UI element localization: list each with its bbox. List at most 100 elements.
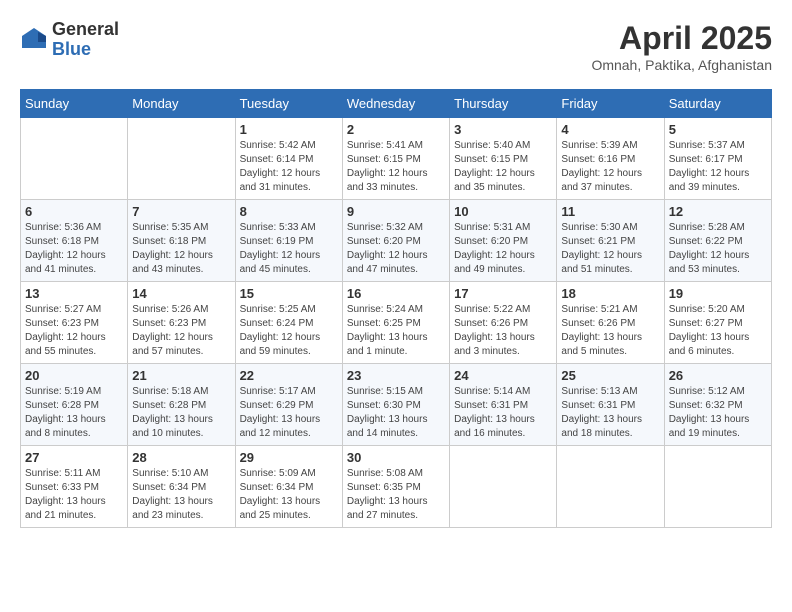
calendar-cell: 24Sunrise: 5:14 AMSunset: 6:31 PMDayligh… (450, 364, 557, 446)
calendar-cell: 12 Sunrise: 5:28 AMSunset: 6:22 PMDayligh… (664, 200, 771, 282)
calendar-cell: 22 Sunrise: 5:17 AMSunset: 6:29 PMDayligh… (235, 364, 342, 446)
day-info: Sunrise: 5:19 AMSunset: 6:28 PMDaylight:… (25, 385, 123, 441)
calendar-cell: 28 Sunrise: 5:10 AMSunset: 6:34 PMDayligh… (128, 446, 235, 528)
calendar-cell: 11Sunrise: 5:30 AMSunset: 6:21 PMDayligh… (557, 200, 664, 282)
calendar-cell (557, 446, 664, 528)
calendar-week-row: 27 Sunrise: 5:11 AMSunset: 6:33 PMDayligh… (21, 446, 772, 528)
day-info: Sunrise: 5:09 AMSunset: 6:34 PMDaylight:… (240, 467, 338, 523)
day-number: 26 (669, 368, 767, 383)
day-number: 20 (25, 368, 123, 383)
calendar-week-row: 1 Sunrise: 5:42 AMSunset: 6:14 PMDaylight… (21, 118, 772, 200)
day-info: Sunrise: 5:24 AMSunset: 6:25 PMDaylight:… (347, 303, 445, 359)
calendar-cell: 7 Sunrise: 5:35 AMSunset: 6:18 PMDaylight… (128, 200, 235, 282)
day-number: 19 (669, 286, 767, 301)
day-info: Sunrise: 5:36 AMSunset: 6:18 PMDaylight:… (25, 221, 123, 277)
calendar-week-row: 6Sunrise: 5:36 AMSunset: 6:18 PMDaylight… (21, 200, 772, 282)
day-number: 2 (347, 122, 445, 137)
day-info: Sunrise: 5:15 AMSunset: 6:30 PMDaylight:… (347, 385, 445, 441)
page-header: General Blue April 2025 Omnah, Paktika, … (20, 20, 772, 73)
calendar-cell: 13 Sunrise: 5:27 AMSunset: 6:23 PMDayligh… (21, 282, 128, 364)
day-info: Sunrise: 5:37 AMSunset: 6:17 PMDaylight:… (669, 139, 767, 195)
calendar-cell: 30 Sunrise: 5:08 AMSunset: 6:35 PMDayligh… (342, 446, 449, 528)
calendar-cell (21, 118, 128, 200)
day-number: 23 (347, 368, 445, 383)
calendar-cell (128, 118, 235, 200)
day-info: Sunrise: 5:30 AMSunset: 6:21 PMDaylight:… (561, 221, 659, 277)
day-info: Sunrise: 5:31 AMSunset: 6:20 PMDaylight:… (454, 221, 552, 277)
calendar-cell: 3Sunrise: 5:40 AMSunset: 6:15 PMDaylight… (450, 118, 557, 200)
calendar-cell: 19 Sunrise: 5:20 AMSunset: 6:27 PMDayligh… (664, 282, 771, 364)
day-info: Sunrise: 5:12 AMSunset: 6:32 PMDaylight:… (669, 385, 767, 441)
day-info: Sunrise: 5:39 AMSunset: 6:16 PMDaylight:… (561, 139, 659, 195)
day-number: 7 (132, 204, 230, 219)
day-info: Sunrise: 5:27 AMSunset: 6:23 PMDaylight:… (25, 303, 123, 359)
day-number: 18 (561, 286, 659, 301)
day-info: Sunrise: 5:33 AMSunset: 6:19 PMDaylight:… (240, 221, 338, 277)
logo-text: General Blue (52, 20, 119, 60)
calendar-cell: 27 Sunrise: 5:11 AMSunset: 6:33 PMDayligh… (21, 446, 128, 528)
calendar-week-row: 20 Sunrise: 5:19 AMSunset: 6:28 PMDayligh… (21, 364, 772, 446)
day-info: Sunrise: 5:13 AMSunset: 6:31 PMDaylight:… (561, 385, 659, 441)
calendar-cell: 1 Sunrise: 5:42 AMSunset: 6:14 PMDaylight… (235, 118, 342, 200)
day-info: Sunrise: 5:11 AMSunset: 6:33 PMDaylight:… (25, 467, 123, 523)
calendar-cell: 18 Sunrise: 5:21 AMSunset: 6:26 PMDayligh… (557, 282, 664, 364)
day-info: Sunrise: 5:17 AMSunset: 6:29 PMDaylight:… (240, 385, 338, 441)
calendar-cell: 25 Sunrise: 5:13 AMSunset: 6:31 PMDayligh… (557, 364, 664, 446)
calendar-cell: 21 Sunrise: 5:18 AMSunset: 6:28 PMDayligh… (128, 364, 235, 446)
day-info: Sunrise: 5:18 AMSunset: 6:28 PMDaylight:… (132, 385, 230, 441)
calendar-cell: 23 Sunrise: 5:15 AMSunset: 6:30 PMDayligh… (342, 364, 449, 446)
calendar-cell: 15 Sunrise: 5:25 AMSunset: 6:24 PMDayligh… (235, 282, 342, 364)
day-info: Sunrise: 5:25 AMSunset: 6:24 PMDaylight:… (240, 303, 338, 359)
calendar-weekday-header: Saturday (664, 90, 771, 118)
day-info: Sunrise: 5:41 AMSunset: 6:15 PMDaylight:… (347, 139, 445, 195)
calendar-weekday-header: Thursday (450, 90, 557, 118)
day-number: 17 (454, 286, 552, 301)
day-info: Sunrise: 5:21 AMSunset: 6:26 PMDaylight:… (561, 303, 659, 359)
day-number: 28 (132, 450, 230, 465)
logo-icon (20, 26, 48, 54)
calendar-weekday-header: Tuesday (235, 90, 342, 118)
calendar-cell: 20 Sunrise: 5:19 AMSunset: 6:28 PMDayligh… (21, 364, 128, 446)
calendar-week-row: 13 Sunrise: 5:27 AMSunset: 6:23 PMDayligh… (21, 282, 772, 364)
day-info: Sunrise: 5:32 AMSunset: 6:20 PMDaylight:… (347, 221, 445, 277)
day-info: Sunrise: 5:35 AMSunset: 6:18 PMDaylight:… (132, 221, 230, 277)
logo-general-text: General (52, 20, 119, 40)
location: Omnah, Paktika, Afghanistan (591, 57, 772, 73)
day-number: 12 (669, 204, 767, 219)
day-info: Sunrise: 5:10 AMSunset: 6:34 PMDaylight:… (132, 467, 230, 523)
calendar-weekday-header: Wednesday (342, 90, 449, 118)
day-info: Sunrise: 5:22 AMSunset: 6:26 PMDaylight:… (454, 303, 552, 359)
day-number: 5 (669, 122, 767, 137)
day-number: 25 (561, 368, 659, 383)
calendar-cell: 5 Sunrise: 5:37 AMSunset: 6:17 PMDaylight… (664, 118, 771, 200)
calendar-cell: 4 Sunrise: 5:39 AMSunset: 6:16 PMDaylight… (557, 118, 664, 200)
day-number: 16 (347, 286, 445, 301)
day-info: Sunrise: 5:40 AMSunset: 6:15 PMDaylight:… (454, 139, 552, 195)
logo-blue-text: Blue (52, 40, 119, 60)
calendar-cell: 10 Sunrise: 5:31 AMSunset: 6:20 PMDayligh… (450, 200, 557, 282)
calendar-weekday-header: Friday (557, 90, 664, 118)
day-number: 21 (132, 368, 230, 383)
day-number: 10 (454, 204, 552, 219)
calendar-cell: 8 Sunrise: 5:33 AMSunset: 6:19 PMDaylight… (235, 200, 342, 282)
day-number: 8 (240, 204, 338, 219)
day-info: Sunrise: 5:26 AMSunset: 6:23 PMDaylight:… (132, 303, 230, 359)
day-info: Sunrise: 5:08 AMSunset: 6:35 PMDaylight:… (347, 467, 445, 523)
calendar-cell: 26 Sunrise: 5:12 AMSunset: 6:32 PMDayligh… (664, 364, 771, 446)
day-number: 15 (240, 286, 338, 301)
day-number: 4 (561, 122, 659, 137)
day-number: 9 (347, 204, 445, 219)
day-number: 27 (25, 450, 123, 465)
day-number: 22 (240, 368, 338, 383)
calendar-table: SundayMondayTuesdayWednesdayThursdayFrid… (20, 89, 772, 528)
day-info: Sunrise: 5:28 AMSunset: 6:22 PMDaylight:… (669, 221, 767, 277)
day-info: Sunrise: 5:20 AMSunset: 6:27 PMDaylight:… (669, 303, 767, 359)
day-number: 13 (25, 286, 123, 301)
calendar-cell (664, 446, 771, 528)
calendar-weekday-header: Sunday (21, 90, 128, 118)
day-info: Sunrise: 5:42 AMSunset: 6:14 PMDaylight:… (240, 139, 338, 195)
calendar-cell: 16 Sunrise: 5:24 AMSunset: 6:25 PMDayligh… (342, 282, 449, 364)
day-number: 30 (347, 450, 445, 465)
day-number: 1 (240, 122, 338, 137)
calendar-cell: 6Sunrise: 5:36 AMSunset: 6:18 PMDaylight… (21, 200, 128, 282)
